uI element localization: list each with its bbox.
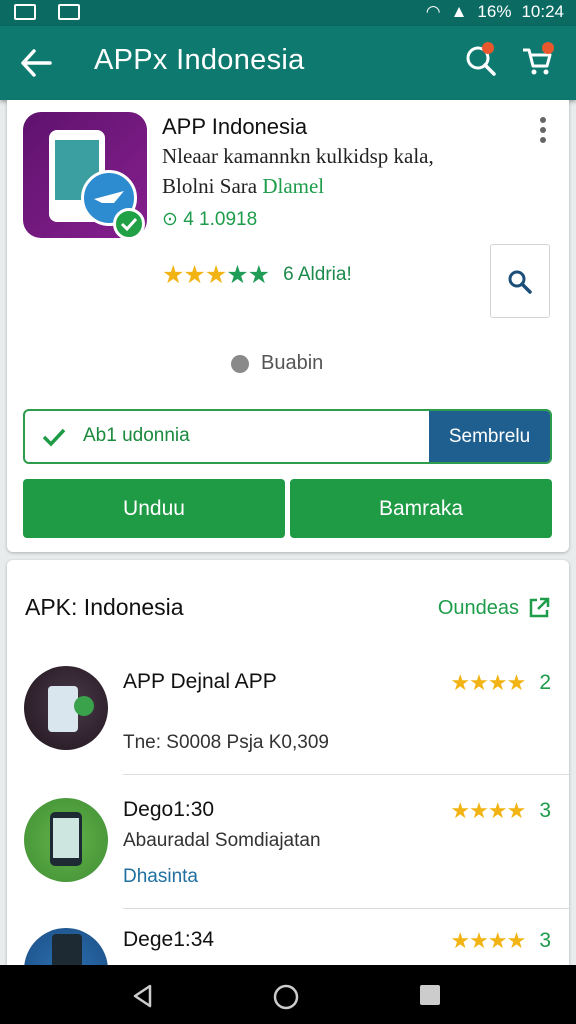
list-item-subtitle: Tne: S0008 Psja K0,309 — [123, 732, 329, 753]
app-name: APP Indonesia — [162, 114, 308, 139]
signal-icon: ▲ — [450, 2, 468, 21]
loading-dot — [231, 354, 249, 373]
app-description-line1: Nleaar kamannkn kulkidsp kala, — [162, 144, 434, 168]
status-pill-label: Ab1 udonnia — [83, 425, 190, 446]
description-text: Blolni Sara — [162, 174, 258, 198]
notification-icon — [14, 4, 36, 20]
status-pill: Ab1 udonnia Sembrelu — [23, 409, 552, 464]
back-arrow-icon[interactable] — [20, 48, 52, 78]
list-item-title: APP Dejnal APP — [123, 670, 277, 693]
rating-value: 2 — [539, 671, 551, 694]
loading-indicator: Buabin — [231, 352, 323, 375]
loading-text: Buabin — [261, 352, 324, 374]
verified-check-icon — [113, 208, 145, 240]
rating-stars: ★★★★ — [450, 928, 526, 953]
nav-recents-icon[interactable] — [420, 985, 440, 1005]
cart-badge — [542, 42, 554, 54]
status-bar: ◠ ▲ 16% 10:24 — [0, 0, 576, 26]
see-all-link[interactable]: Oundeas — [438, 596, 551, 620]
nav-home-icon[interactable] — [272, 983, 300, 1011]
description-link[interactable]: Dlamel — [262, 174, 324, 198]
list-item-extra: Dhasinta — [123, 866, 198, 887]
app-detail-card: APP Indonesia Nleaar kamannkn kulkidsp k… — [7, 100, 569, 552]
system-nav-bar — [0, 965, 576, 1024]
rating-value: 3 — [539, 799, 551, 822]
search-badge — [482, 42, 494, 54]
search-button[interactable] — [490, 244, 550, 318]
app-avatar — [24, 666, 108, 750]
divider — [123, 908, 569, 909]
external-link-icon — [529, 597, 550, 618]
battery-level: 16% — [477, 2, 512, 21]
version-text: 4 1.0918 — [183, 209, 258, 230]
app-avatar — [24, 798, 108, 882]
divider — [123, 774, 569, 775]
list-item-subtitle: Abauradal Somdiajatan — [123, 830, 321, 851]
app-rating: ★★★★★ 6 Aldria! — [162, 260, 352, 290]
nav-back-icon[interactable] — [130, 983, 156, 1009]
clock: 10:24 — [521, 2, 564, 21]
rating-stars: ★★★★★ — [162, 261, 270, 289]
page-title: APPx Indonesia — [94, 44, 305, 76]
wifi-icon: ◠ — [425, 2, 441, 21]
list-item-rating: ★★★★ 3 — [450, 798, 551, 824]
search-icon — [508, 270, 532, 294]
app-icon — [23, 112, 147, 240]
secondary-button[interactable]: Bamraka — [290, 479, 552, 538]
check-icon — [42, 428, 66, 447]
list-item-title: Dege1:34 — [123, 928, 215, 951]
rating-stars: ★★★★ — [450, 798, 526, 823]
version-icon: ⊙ — [162, 209, 178, 230]
download-button[interactable]: Unduu — [23, 479, 285, 538]
rating-stars: ★★★★ — [450, 670, 526, 695]
list-item-rating: ★★★★ 3 — [450, 928, 551, 954]
image-notification-icon — [58, 4, 80, 20]
rating-value: 3 — [539, 929, 551, 952]
app-version: ⊙ 4 1.0918 — [162, 208, 257, 231]
section-title: APK: Indonesia — [25, 594, 184, 620]
list-item-rating: ★★★★ 2 — [450, 670, 551, 696]
app-bar: APPx Indonesia — [0, 26, 576, 100]
rating-count: 6 Aldria! — [283, 264, 352, 285]
more-vert-icon[interactable] — [539, 116, 547, 144]
list-item-title: Dego1:30 — [123, 798, 215, 821]
see-all-label: Oundeas — [437, 596, 519, 619]
related-apps-card: APK: Indonesia Oundeas APP Dejnal APP Tn… — [7, 560, 569, 1012]
status-pill-button[interactable]: Sembrelu — [429, 411, 550, 462]
app-description-line2: Blolni Sara Dlamel — [162, 174, 324, 199]
